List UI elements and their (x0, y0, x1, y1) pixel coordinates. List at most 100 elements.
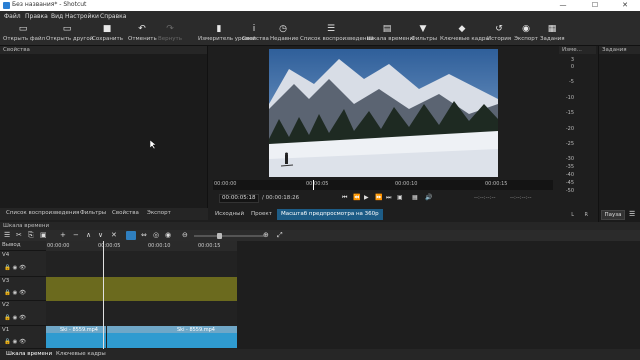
window-title: Без названия* - Shotcut (12, 1, 87, 8)
zoom-slider[interactable] (194, 235, 264, 237)
track-lane-v4[interactable] (46, 251, 237, 277)
fast-forward-icon[interactable]: ⏩ (375, 194, 382, 201)
jobs-button[interactable]: ▦ Задания (540, 23, 565, 45)
tab-keyframes[interactable]: Ключевые кадры (56, 351, 106, 357)
copy-icon[interactable]: ⎘ (28, 231, 34, 240)
open-file-button[interactable]: ▭ Открыть файл (3, 23, 45, 45)
timeline-button[interactable]: ▤ Шкала времени (367, 23, 413, 45)
properties-button[interactable]: i Свойства (242, 23, 269, 45)
zoom-out-icon[interactable]: ⊖ (182, 231, 188, 239)
append-icon[interactable]: + (60, 231, 66, 239)
player-tabs: Исходный Проект Масштаб предпросмотра на… (209, 208, 557, 221)
tab-export[interactable]: Экспорт (147, 210, 171, 216)
rewind-icon[interactable]: ⏪ (353, 194, 360, 201)
history-button[interactable]: ↺ История (487, 23, 511, 45)
skip-previous-icon[interactable]: ⏮ (342, 194, 347, 202)
menu-view[interactable]: Вид (51, 13, 63, 20)
play-icon[interactable]: ▶ (364, 194, 369, 201)
track-controls[interactable]: 🔒 ◉ 👁 (4, 290, 26, 296)
menu-settings[interactable]: Настройки (65, 13, 99, 20)
clip[interactable]: Ski - 8559.mp4 (46, 326, 106, 348)
skip-next-icon[interactable]: ⏭ (386, 194, 391, 202)
timeline-ruler[interactable]: 00:00:00 00:00:05 00:00:10 00:00:15 (46, 241, 237, 251)
undo-button[interactable]: ↶ Отменить (128, 23, 157, 45)
video-preview[interactable] (269, 49, 498, 177)
save-button[interactable]: ■ Сохранить (92, 23, 123, 45)
volume-icon[interactable]: 🔊 (425, 194, 432, 201)
menu-bar: Файл Правка Вид Настройки Справка (0, 11, 640, 22)
redo-button[interactable]: ↷ Вернуть (158, 23, 182, 45)
vu-label: -40 (565, 172, 574, 178)
properties-panel: Свойства (0, 46, 208, 208)
tab-properties[interactable]: Свойства (112, 210, 139, 216)
maximize-button[interactable]: ☐ (584, 0, 606, 11)
tab-filters[interactable]: Фильтры (80, 210, 106, 216)
scrub-icon[interactable]: ⇔ (141, 231, 147, 239)
close-button[interactable]: ✕ (614, 0, 636, 11)
preview-scale-360p-button[interactable]: Масштаб предпросмотра на 360p (277, 209, 383, 220)
audio-level-meter: Изме... 3 0 -5 -10 -15 -20 -25 -30 -35 -… (559, 46, 596, 222)
track-header-v3[interactable]: V3 🔒 ◉ 👁 (0, 277, 46, 301)
open-other-button[interactable]: ▭ Открыть другой (46, 23, 93, 45)
output-header: Вывод (0, 241, 46, 251)
track-header-v2[interactable]: V2 🔒 ◉ 👁 (0, 301, 46, 326)
snap-toggle-icon[interactable] (126, 231, 136, 240)
clock-icon: ◷ (279, 24, 287, 34)
player-tick-10: 00:00:10 (395, 181, 418, 187)
timeline-header: Шкала времени (0, 222, 640, 230)
level-meter-button[interactable]: ▮ Измеритель уровня (198, 23, 255, 45)
position-timecode[interactable]: 00:00:05:18 (219, 194, 259, 203)
jobs-panel: Задания Пауза ☰ (598, 46, 640, 222)
timeline-menu-icon[interactable]: ☰ (4, 231, 10, 239)
tab-source[interactable]: Исходный (211, 209, 248, 220)
zoom-fit-icon[interactable]: ⤢ (277, 231, 283, 240)
tab-project[interactable]: Проект (247, 209, 276, 220)
cut-icon[interactable]: ✂ (16, 231, 22, 239)
track-lane-v3[interactable] (46, 277, 237, 301)
track-controls[interactable]: 🔒 ◉ 👁 (4, 315, 26, 321)
track-lane-v2[interactable] (46, 301, 237, 326)
paste-icon[interactable]: ▣ (40, 231, 47, 239)
track-lane-v1[interactable]: Ski - 8559.mp4 Ski - 8559.mp4 (46, 326, 237, 349)
export-button[interactable]: ◉ Экспорт (514, 23, 538, 45)
jobs-menu-icon[interactable]: ☰ (629, 210, 637, 220)
timeline-tick-0: 00:00:00 (47, 243, 70, 249)
vu-panel-title: Изме... (559, 46, 596, 54)
minimize-button[interactable]: — (552, 0, 574, 11)
zoom-in-icon[interactable]: ⊕ (263, 231, 269, 239)
track-header-v1[interactable]: V1 🔒 ◉ 👁 (0, 326, 46, 349)
player-scrub-ruler[interactable]: 00:00:00 00:00:05 00:00:10 00:00:15 (213, 180, 553, 190)
playlist-button[interactable]: ☰ Список воспроизведения (300, 23, 373, 45)
ripple-all-icon[interactable]: ◉ (165, 231, 171, 239)
timeline-playhead[interactable] (103, 241, 104, 349)
lift-icon[interactable]: ∧ (86, 231, 91, 239)
ripple-icon[interactable]: ◎ (153, 231, 159, 239)
remove-icon[interactable]: − (73, 231, 79, 239)
recent-button[interactable]: ◷ Недавние (270, 23, 299, 45)
overwrite-icon[interactable]: ∨ (98, 231, 103, 239)
clip[interactable]: Ski - 8559.mp4 (107, 326, 237, 348)
tab-playlist[interactable]: Список воспроизведения (6, 210, 79, 216)
toggle-zoom-icon[interactable]: ▣ (397, 194, 403, 201)
player-playhead[interactable] (313, 180, 314, 190)
menu-file[interactable]: Файл (4, 13, 21, 20)
tab-timeline[interactable]: Шкала времени (6, 351, 52, 357)
folder-icon: ▭ (18, 24, 28, 34)
keyframes-button[interactable]: ◆ Ключевые кадры (440, 23, 490, 45)
folder-open-icon: ▭ (62, 24, 72, 34)
grid-icon[interactable]: ▦ (412, 194, 418, 201)
menu-edit[interactable]: Правка (25, 13, 48, 20)
track-controls[interactable]: 🔒 ◉ 👁 (4, 265, 26, 271)
vu-label: -25 (565, 141, 574, 147)
history-icon: ↺ (495, 24, 503, 34)
zoom-slider-handle[interactable] (217, 233, 222, 239)
filters-button[interactable]: ▼ Фильтры (411, 23, 437, 45)
track-controls[interactable]: 🔒 ◉ 👁 (4, 339, 26, 345)
split-icon[interactable]: ✕ (111, 231, 117, 239)
jobs-icon: ▦ (547, 24, 557, 34)
menu-help[interactable]: Справка (100, 13, 126, 20)
pause-jobs-button[interactable]: Пауза (601, 210, 625, 220)
vu-label: -10 (565, 95, 574, 101)
track-header-v4[interactable]: V4 🔒 ◉ 👁 (0, 251, 46, 277)
vu-label: 3 (570, 57, 574, 63)
